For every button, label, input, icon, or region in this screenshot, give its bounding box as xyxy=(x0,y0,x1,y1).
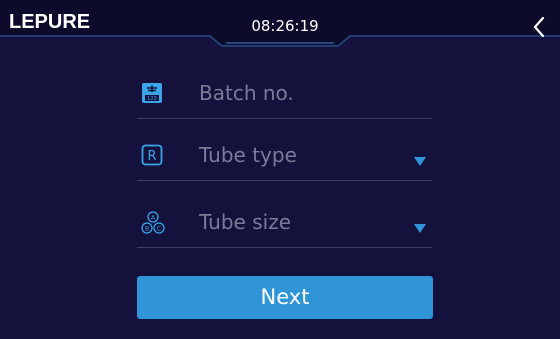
batch-number-icon: 123 xyxy=(141,82,163,104)
svg-text:B: B xyxy=(145,225,149,232)
caret-down-icon xyxy=(414,218,426,233)
chevron-left-icon xyxy=(533,16,545,38)
clock-time: 08:26:19 xyxy=(251,17,319,35)
tube-type-placeholder: Tube type xyxy=(199,143,297,167)
abc-circles-icon: A B C xyxy=(141,211,165,234)
next-button[interactable]: Next xyxy=(137,276,433,319)
batch-number-field[interactable]: 123 Batch no. xyxy=(137,68,432,119)
svg-text:A: A xyxy=(151,214,156,221)
tube-size-placeholder: Tube size xyxy=(199,210,291,234)
back-button[interactable] xyxy=(528,14,552,40)
caret-down-icon xyxy=(414,151,426,166)
batch-number-placeholder: Batch no. xyxy=(199,81,294,105)
tube-type-dropdown[interactable]: R Tube type xyxy=(137,130,432,181)
svg-text:C: C xyxy=(157,225,161,232)
device-screen: LEPURE 08:26:19 123 Batch no. R Tube typ… xyxy=(0,0,560,339)
svg-text:R: R xyxy=(147,149,156,164)
brand-logo: LEPURE xyxy=(9,11,91,33)
svg-text:123: 123 xyxy=(147,96,157,102)
r-letter-icon: R xyxy=(141,144,163,166)
tube-size-dropdown[interactable]: A B C Tube size xyxy=(137,197,432,248)
top-bar: LEPURE 08:26:19 xyxy=(0,0,560,48)
